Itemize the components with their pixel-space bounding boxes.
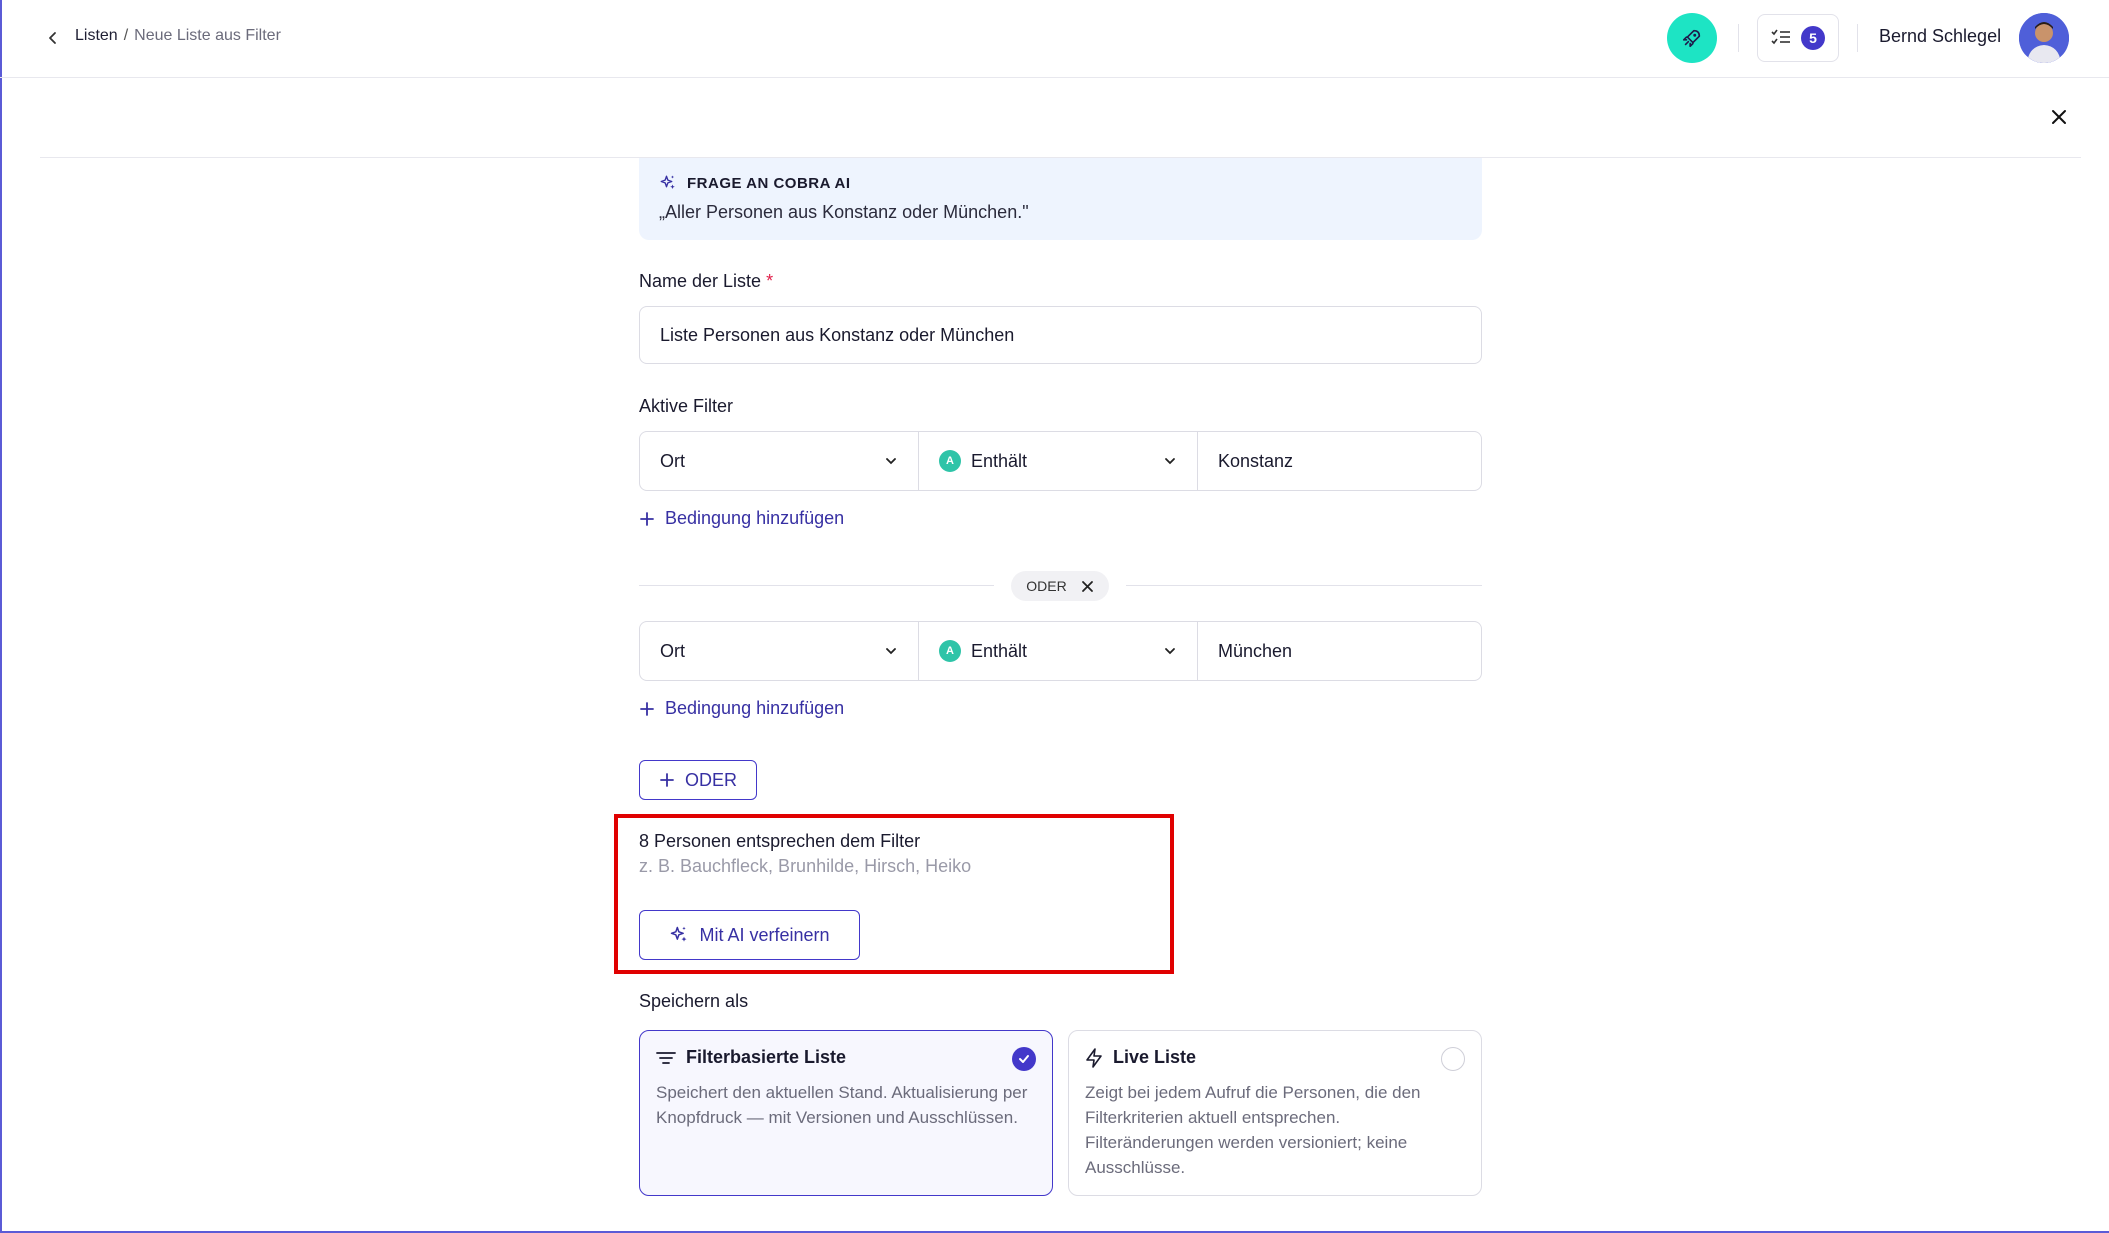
save-option-title: Filterbasierte Liste	[686, 1047, 847, 1067]
ai-prompt-box: FRAGE AN COBRA AI „Aller Personen aus Ko…	[639, 158, 1482, 240]
breadcrumb-listen[interactable]: Listen	[75, 27, 118, 45]
operator-select-value: Enthält	[971, 640, 1028, 661]
chevron-down-icon	[886, 458, 896, 465]
window-border-left	[0, 0, 2, 1233]
chevron-down-icon	[886, 648, 896, 655]
add-or-group-button[interactable]: ODER	[639, 760, 757, 800]
field-select-value: Ort	[660, 640, 685, 661]
add-condition-label: Bedingung hinzufügen	[665, 698, 845, 718]
ai-operator-icon: A	[939, 640, 961, 662]
chevron-down-icon	[1165, 648, 1175, 655]
filter-value-input[interactable]: München	[1198, 622, 1481, 680]
refine-with-ai-button[interactable]: Mit AI verfeinern	[639, 910, 860, 960]
filter-value-text: Konstanz	[1218, 450, 1294, 471]
ai-operator-icon: A	[939, 450, 961, 472]
top-bar: Listen / Neue Liste aus Filter 5 Bernd S…	[0, 0, 2109, 78]
match-count-text: 8 Personen entsprechen dem Filter	[639, 831, 921, 851]
header-divider-1	[1738, 24, 1739, 52]
chevron-left-icon	[49, 32, 56, 44]
or-divider-right	[1126, 585, 1482, 586]
check-icon	[1019, 1055, 1029, 1063]
or-divider-left	[639, 585, 994, 586]
checklist-icon	[1771, 29, 1790, 45]
plus-icon	[640, 511, 654, 526]
breadcrumb: Listen / Neue Liste aus Filter	[75, 27, 281, 45]
active-filters-label: Aktive Filter	[639, 396, 734, 416]
field-select[interactable]: Ort	[640, 432, 919, 490]
operator-select[interactable]: A Enthält	[919, 622, 1198, 680]
add-or-group-label: ODER	[684, 769, 737, 790]
filter-row: Ort A Enthält München	[639, 621, 1482, 681]
user-name[interactable]: Bernd Schlegel	[1879, 26, 2001, 47]
required-marker: *	[766, 271, 774, 291]
selected-check	[1012, 1047, 1036, 1071]
field-select-value: Ort	[660, 450, 685, 471]
plus-icon	[640, 701, 654, 716]
tasks-count-badge: 5	[1801, 26, 1825, 50]
save-option-title: Live Liste	[1113, 1047, 1197, 1067]
breadcrumb-separator: /	[123, 27, 129, 44]
operator-select[interactable]: A Enthält	[919, 432, 1198, 490]
list-name-label: Name der Liste *	[639, 271, 774, 291]
plus-icon	[660, 773, 674, 787]
header-divider-2	[1857, 24, 1858, 52]
refine-with-ai-label: Mit AI verfeinern	[699, 924, 830, 945]
close-icon	[2052, 110, 2066, 124]
filter-row: Ort A Enthält Konstanz	[639, 431, 1482, 491]
save-option-filter-based[interactable]: Filterbasierte Liste Speichert den aktue…	[639, 1030, 1053, 1196]
add-condition-button[interactable]: Bedingung hinzufügen	[639, 508, 844, 529]
add-condition-label: Bedingung hinzufügen	[665, 508, 845, 528]
match-examples-text: z. B. Bauchfleck, Brunhilde, Hirsch, Hei…	[639, 856, 972, 876]
rocket-button[interactable]	[1667, 13, 1717, 63]
bolt-icon	[1086, 1047, 1102, 1068]
rocket-icon	[1682, 29, 1701, 48]
avatar[interactable]	[2019, 13, 2069, 63]
chevron-down-icon	[1165, 458, 1175, 465]
save-option-description: Zeigt bei jedem Aufruf die Personen, die…	[1085, 1083, 1421, 1177]
save-option-description: Speichert den aktuellen Stand. Aktualisi…	[656, 1083, 1028, 1127]
breadcrumb-current: Neue Liste aus Filter	[134, 27, 281, 44]
ai-prompt-quote: „Aller Personen aus Konstanz oder Münche…	[659, 202, 1029, 222]
remove-or-icon[interactable]	[1081, 580, 1094, 593]
add-condition-button[interactable]: Bedingung hinzufügen	[639, 698, 844, 719]
filter-value-input[interactable]: Konstanz	[1198, 432, 1481, 490]
sparkles-icon	[660, 175, 675, 189]
operator-select-value: Enthält	[971, 450, 1028, 471]
close-button[interactable]	[2048, 106, 2070, 128]
sparkles-icon	[671, 926, 687, 942]
filter-value-text: München	[1218, 640, 1293, 661]
filter-lines-icon	[656, 1051, 676, 1064]
or-separator-chip: ODER	[1011, 571, 1109, 601]
ai-prompt-title: FRAGE AN COBRA AI	[687, 174, 851, 192]
field-select[interactable]: Ort	[640, 622, 919, 680]
unselected-radio[interactable]	[1441, 1047, 1465, 1071]
save-as-label: Speichern als	[639, 991, 749, 1011]
save-option-live-list[interactable]: Live Liste Zeigt bei jedem Aufruf die Pe…	[1068, 1030, 1482, 1196]
back-button[interactable]	[40, 25, 66, 51]
or-separator-label: ODER	[1026, 578, 1067, 594]
tasks-button[interactable]: 5	[1757, 14, 1839, 62]
list-name-input[interactable]	[639, 306, 1482, 364]
